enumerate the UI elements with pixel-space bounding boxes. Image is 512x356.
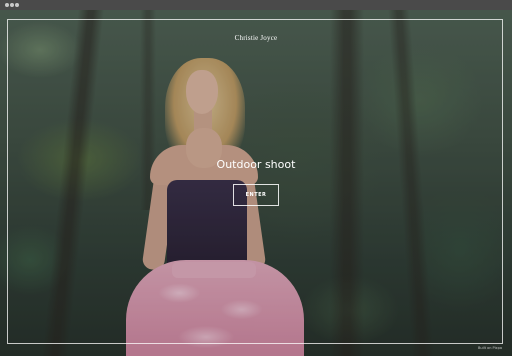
window-dot-icon[interactable] [10, 3, 14, 7]
window-titlebar [0, 0, 512, 10]
page-headline: Outdoor shoot [216, 158, 296, 171]
decorative-frame [7, 19, 503, 344]
built-on-link[interactable]: Built on Pixpa [478, 346, 502, 350]
browser-window: Christie Joyce Outdoor shoot ENTER Built… [0, 0, 512, 356]
window-dot-icon[interactable] [15, 3, 19, 7]
enter-button[interactable]: ENTER [233, 184, 279, 206]
site-title[interactable]: Christie Joyce [0, 34, 512, 42]
window-dot-icon[interactable] [5, 3, 9, 7]
